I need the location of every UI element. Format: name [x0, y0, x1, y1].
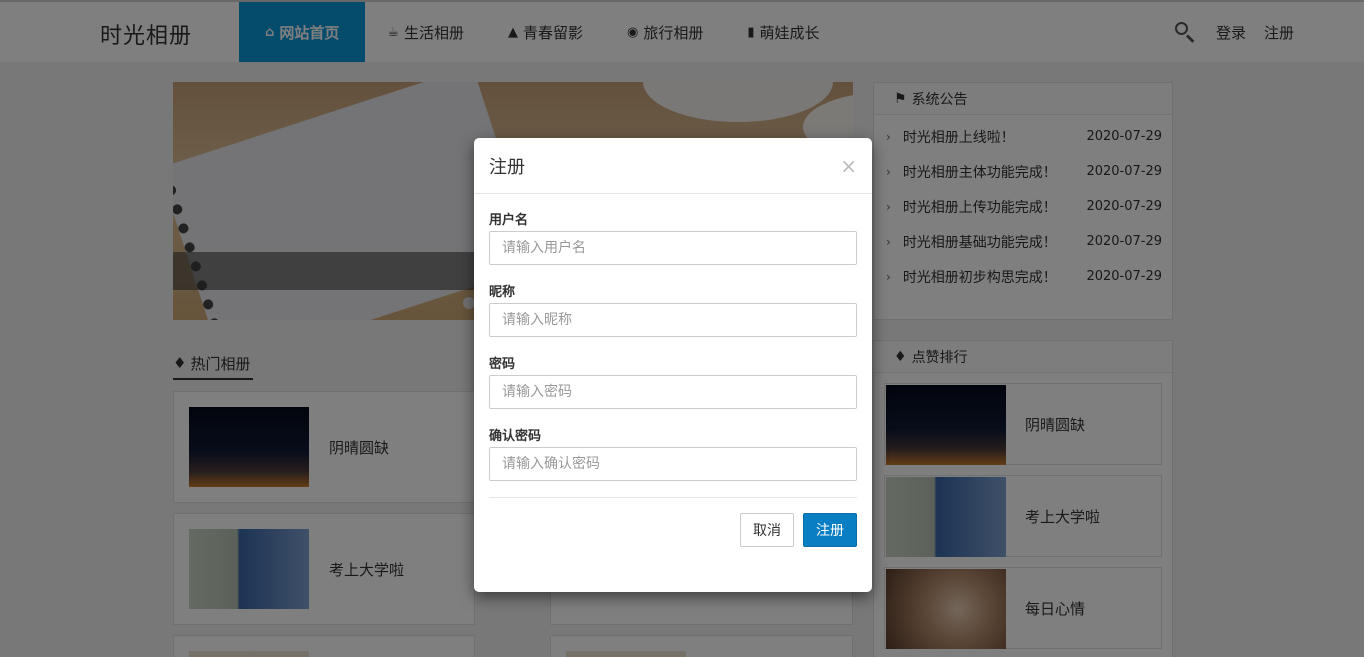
modal-footer: 取消 注册: [489, 497, 857, 547]
modal-title: 注册: [489, 156, 525, 178]
nickname-input[interactable]: [489, 303, 857, 337]
confirm-password-label: 确认密码: [489, 429, 542, 444]
register-submit-button[interactable]: 注册: [803, 513, 857, 547]
username-label: 用户名: [489, 213, 529, 228]
close-icon[interactable]: ×: [840, 156, 857, 176]
password-input[interactable]: [489, 375, 857, 409]
nickname-label: 昵称: [489, 285, 516, 300]
cancel-button[interactable]: 取消: [740, 513, 794, 547]
register-modal: 注册 × 用户名 昵称 密码 确认密码 取消 注册: [474, 138, 872, 592]
modal-body: 用户名 昵称 密码 确认密码: [474, 194, 872, 497]
modal-header: 注册 ×: [474, 138, 872, 194]
username-input[interactable]: [489, 231, 857, 265]
confirm-password-input[interactable]: [489, 447, 857, 481]
password-label: 密码: [489, 357, 516, 372]
